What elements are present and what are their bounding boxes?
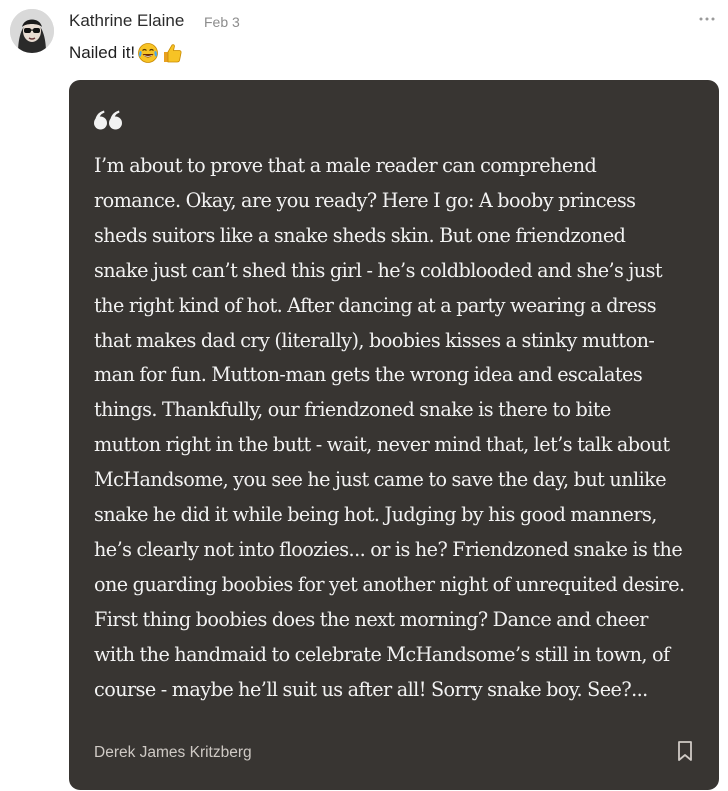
comment-date[interactable]: Feb 3 — [204, 13, 240, 31]
thumbs-up-icon — [164, 44, 182, 63]
avatar-photo — [10, 9, 54, 53]
comment-author-name[interactable]: Kathrine Elaine — [69, 10, 184, 32]
quote-text: I’m about to prove that a male reader ca… — [94, 154, 685, 701]
comment-text: Nailed it! — [69, 43, 136, 62]
face-with-tears-of-joy-icon — [138, 43, 159, 63]
comment-body: Nailed it! — [69, 41, 183, 65]
quote-mark-icon — [94, 110, 122, 130]
author-avatar[interactable] — [10, 9, 54, 53]
bookmark-icon — [678, 741, 692, 761]
more-options-button[interactable] — [698, 12, 716, 26]
quote-attribution[interactable]: Derek James Kritzberg — [94, 743, 252, 763]
more-horizontal-icon — [699, 17, 715, 21]
bookmark-button[interactable] — [675, 740, 695, 762]
quote-card[interactable]: I’m about to prove that a male reader ca… — [69, 80, 719, 790]
